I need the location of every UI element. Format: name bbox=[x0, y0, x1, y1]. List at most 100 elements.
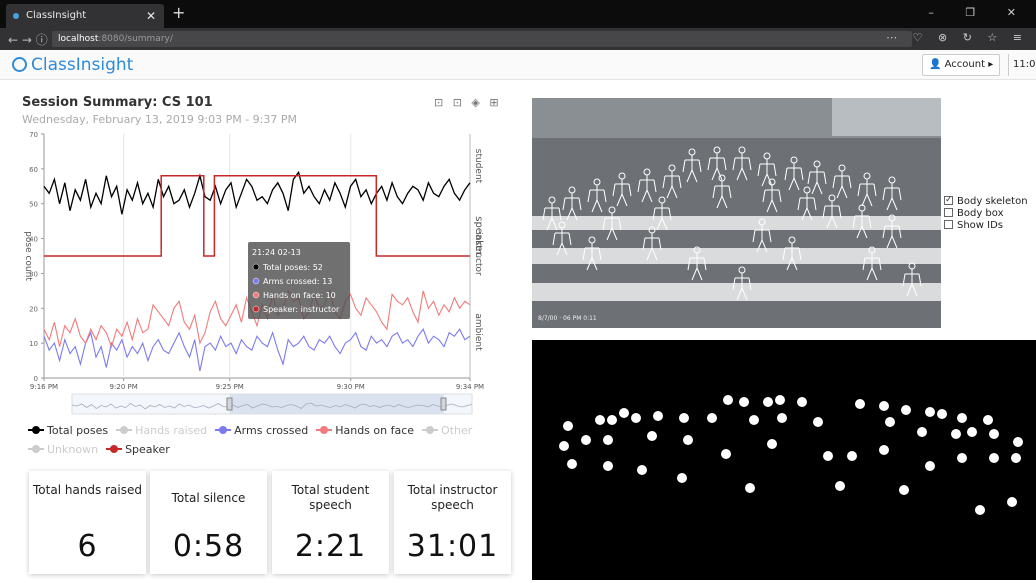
browser-toolbar: ← → ⓘ localhost:8080/summary/ ⋯ ♡ ⊗ ↻ ☆ … bbox=[0, 28, 1036, 50]
pose-dot bbox=[607, 415, 617, 425]
pose-dot bbox=[879, 445, 889, 455]
legend-label: Speaker bbox=[125, 443, 170, 456]
session-date: Wednesday, February 13, 2019 9:03 PM - 9… bbox=[22, 113, 298, 126]
legend-label: Total poses bbox=[47, 424, 109, 437]
video-timestamp: 8/7/00 · 06 PM 0:11 bbox=[538, 315, 597, 322]
pose-dot bbox=[855, 399, 865, 409]
pose-dot bbox=[767, 439, 777, 449]
series-line-total-poses bbox=[43, 170, 471, 215]
pose-dot bbox=[957, 453, 967, 463]
pose-dot bbox=[603, 461, 613, 471]
y-tick-label: 60 bbox=[29, 166, 38, 174]
pose-dot bbox=[957, 413, 967, 423]
close-tab-icon[interactable]: ✕ bbox=[146, 4, 156, 28]
app-logo[interactable]: ClassInsight bbox=[12, 55, 133, 75]
legend-marker-icon bbox=[28, 445, 44, 453]
tooltip-marker bbox=[252, 305, 260, 313]
stat-value: 2:21 bbox=[294, 529, 367, 564]
tooltip-row: Speaker: instructor bbox=[263, 305, 340, 314]
stat-value: 31:01 bbox=[406, 529, 499, 564]
pose-dot bbox=[723, 395, 733, 405]
x-tick-label: 9:20 PM bbox=[110, 383, 138, 391]
right-axis-label: student bbox=[473, 149, 483, 184]
pose-position-map bbox=[532, 340, 1036, 580]
pose-dot bbox=[559, 441, 569, 451]
checkbox-show-ids[interactable]: Show IDs bbox=[944, 220, 1028, 232]
nav-buttons[interactable]: ← → ⓘ bbox=[8, 31, 48, 48]
right-axis-label: instructor bbox=[473, 232, 483, 276]
pose-dot bbox=[823, 451, 833, 461]
pose-dot bbox=[1013, 437, 1023, 447]
legend-label: Hands on face bbox=[335, 424, 415, 437]
pose-chart[interactable]: 010203040506070pose count9:16 PM 9:20 PM 9… bbox=[22, 126, 492, 416]
checkbox-label: Show IDs bbox=[957, 220, 1004, 231]
overlay-options: Body skeleton Body box Show IDs bbox=[944, 194, 1028, 232]
pose-dot bbox=[835, 481, 845, 491]
checkbox-body-box[interactable]: Body box bbox=[944, 208, 1028, 220]
pose-dot bbox=[637, 465, 647, 475]
checkbox-label: Body box bbox=[957, 208, 1004, 219]
pose-dot bbox=[797, 397, 807, 407]
checkbox-icon bbox=[944, 194, 953, 206]
pose-dot bbox=[975, 505, 985, 515]
window-controls[interactable]: – ❐ ✕ bbox=[928, 6, 1030, 19]
y-axis-label: pose count bbox=[23, 231, 33, 281]
x-tick-label: 9:34 PM bbox=[456, 383, 484, 391]
legend-item[interactable]: Arms crossed bbox=[215, 421, 308, 440]
stat-label: Total hands raised bbox=[33, 483, 142, 497]
desk-row bbox=[532, 283, 941, 301]
magnifier-logo-icon bbox=[12, 57, 27, 72]
legend-item[interactable]: Speaker bbox=[106, 440, 170, 459]
account-button[interactable]: 👤 Account ▸ bbox=[922, 54, 1001, 76]
checkbox-label: Body skeleton bbox=[957, 196, 1028, 207]
chart-toolbar-icons[interactable]: ⊡ ⊡ ◈ ⊞ bbox=[434, 96, 502, 109]
legend-item[interactable]: Hands on face bbox=[316, 421, 414, 440]
legend-label: Arms crossed bbox=[234, 424, 309, 437]
pose-dot bbox=[631, 413, 641, 423]
tab-title: ClassInsight bbox=[26, 10, 87, 21]
user-icon: 👤 bbox=[929, 59, 942, 70]
pose-dot bbox=[677, 473, 687, 483]
address-bar[interactable]: localhost:8080/summary/ bbox=[52, 31, 912, 47]
pose-dot bbox=[989, 429, 999, 439]
browser-tab[interactable]: ClassInsight ✕ bbox=[6, 4, 164, 28]
legend-item[interactable]: Unknown bbox=[28, 440, 98, 459]
legend-label: Unknown bbox=[47, 443, 99, 456]
tooltip-row: Total poses: 52 bbox=[262, 263, 323, 272]
legend-item[interactable]: Other bbox=[422, 421, 472, 440]
y-tick-label: 50 bbox=[29, 201, 38, 209]
stat-label: Total student speech bbox=[291, 483, 370, 512]
legend-marker-icon bbox=[106, 445, 123, 453]
legend-item[interactable]: Total poses bbox=[28, 421, 108, 440]
browser-tabbar: ClassInsight ✕ + – ❐ ✕ bbox=[0, 0, 1036, 28]
app-logo-text: ClassInsight bbox=[31, 55, 134, 75]
pose-dot bbox=[707, 413, 717, 423]
pose-dot bbox=[749, 415, 759, 425]
stat-card-hands-raised: Total hands raised 6 bbox=[29, 471, 146, 574]
legend-marker-icon bbox=[215, 426, 232, 434]
checkbox-body-skeleton[interactable]: Body skeleton bbox=[944, 194, 1028, 208]
legend-marker-icon bbox=[28, 426, 44, 434]
new-tab-button[interactable]: + bbox=[172, 3, 185, 22]
pose-dot bbox=[679, 413, 689, 423]
legend-marker-icon bbox=[116, 426, 133, 434]
pose-dot bbox=[763, 397, 773, 407]
pose-dot bbox=[619, 408, 629, 418]
pose-dot bbox=[917, 427, 927, 437]
video-frame: 8/7/00 · 06 PM 0:11 bbox=[532, 98, 941, 328]
desk-row bbox=[532, 216, 941, 230]
pose-dot bbox=[603, 435, 613, 445]
pose-dot bbox=[879, 401, 889, 411]
classroom-video[interactable]: 8/7/00 · 06 PM 0:11 bbox=[532, 98, 941, 328]
x-tick-label: 9:30 PM bbox=[337, 383, 365, 391]
browser-tool-icons[interactable]: ⋯ ♡ ⊗ ↻ ☆ ≡ bbox=[886, 31, 1028, 44]
pose-dot bbox=[595, 415, 605, 425]
legend-label: Other bbox=[441, 424, 473, 437]
pose-dot bbox=[925, 461, 935, 471]
legend-label: Hands raised bbox=[135, 424, 208, 437]
stat-label: Total instructor speech bbox=[407, 483, 498, 512]
legend-item[interactable]: Hands raised bbox=[116, 421, 207, 440]
pose-dot bbox=[739, 397, 749, 407]
stat-value: 0:58 bbox=[172, 529, 245, 564]
stat-card-silence: Total silence 0:58 bbox=[150, 471, 267, 574]
